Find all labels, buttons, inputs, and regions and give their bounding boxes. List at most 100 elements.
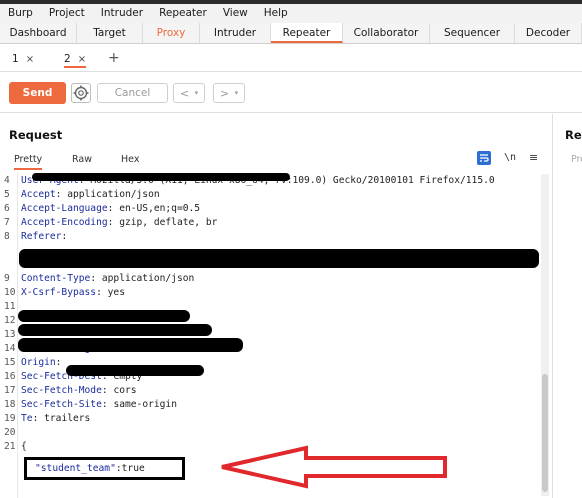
header-separator: : xyxy=(107,217,120,228)
redaction-mark xyxy=(19,249,539,268)
menu-bar: Burp Project Intruder Repeater View Help xyxy=(0,4,582,23)
line-number: 7 xyxy=(4,217,10,228)
tab-collaborator[interactable]: Collaborator xyxy=(343,23,430,43)
header-value: trailers xyxy=(44,413,91,424)
line-number: 10 xyxy=(4,287,16,298)
line-number: 9 xyxy=(4,273,10,284)
header-separator: : xyxy=(96,287,108,298)
redaction-mark xyxy=(18,310,190,322)
header-separator: : xyxy=(55,189,68,200)
response-panel: Res Pre xyxy=(554,114,582,498)
header-name: Accept-Encoding xyxy=(21,217,108,228)
header-name: Accept xyxy=(21,189,56,200)
close-icon[interactable]: × xyxy=(26,54,34,65)
code-text: Content-Type: application/json xyxy=(21,272,194,286)
tab-decoder[interactable]: Decoder xyxy=(515,23,582,43)
response-title: Res xyxy=(565,128,582,142)
line-number: 17 xyxy=(4,385,16,396)
line-number: 15 xyxy=(4,357,16,368)
newline-icon[interactable]: \n xyxy=(504,151,518,165)
request-tab-2[interactable]: 2 × xyxy=(64,50,87,68)
request-panel: Request Pretty Raw Hex \n ≡ 4User-Agent:… xyxy=(0,114,553,498)
header-separator: : xyxy=(55,357,62,368)
tab-intruder[interactable]: Intruder xyxy=(200,23,271,43)
line-number: 4 xyxy=(4,175,10,186)
request-title: Request xyxy=(9,128,63,142)
request-tab-label: 2 xyxy=(64,53,71,65)
tab-raw[interactable]: Raw xyxy=(72,152,92,168)
line-number: 8 xyxy=(4,231,10,242)
menu-intruder[interactable]: Intruder xyxy=(93,4,151,23)
scrollbar-thumb[interactable] xyxy=(542,374,548,492)
header-name: Te xyxy=(21,413,33,424)
line-number: 16 xyxy=(4,371,16,382)
tab-dashboard[interactable]: Dashboard xyxy=(0,23,77,43)
chevron-down-icon: ▾ xyxy=(234,89,239,97)
header-value: gzip, deflate, br xyxy=(119,217,218,228)
redaction-mark xyxy=(18,338,243,352)
close-icon[interactable]: × xyxy=(78,54,86,65)
gear-icon xyxy=(73,85,89,101)
code-text: Sec-Fetch-Site: same-origin xyxy=(21,398,177,412)
request-view-tabs: Pretty Raw Hex xyxy=(0,150,552,171)
settings-button[interactable] xyxy=(71,83,91,103)
json-value: true xyxy=(121,463,145,474)
menu-project[interactable]: Project xyxy=(41,4,93,23)
line-number: 18 xyxy=(4,399,16,410)
tab-proxy[interactable]: Proxy xyxy=(143,23,200,43)
repeater-toolbar: Send Cancel < ▾ > ▾ xyxy=(0,73,582,113)
header-name: Content-Type xyxy=(21,273,91,284)
line-number: 6 xyxy=(4,203,10,214)
header-name: Referer xyxy=(21,231,62,242)
code-text: X-Csrf-Bypass: yes xyxy=(21,286,125,300)
header-name: Sec-Fetch-Mode xyxy=(21,385,102,396)
response-view-tabs: Pre xyxy=(554,150,582,171)
annotation-arrow-icon xyxy=(221,445,447,489)
tab-repeater[interactable]: Repeater xyxy=(271,23,343,43)
cancel-button[interactable]: Cancel xyxy=(97,83,168,103)
line-number: 11 xyxy=(4,301,16,312)
header-separator: : xyxy=(101,399,114,410)
tab-hex[interactable]: Hex xyxy=(121,152,139,168)
header-value: en-US,en;q=0.5 xyxy=(119,203,201,214)
menu-burp[interactable]: Burp xyxy=(0,4,41,23)
json-key: "student_team" xyxy=(35,463,116,474)
forward-button[interactable]: > ▾ xyxy=(213,83,245,103)
chevron-right-icon: > xyxy=(219,86,230,100)
line-number: 13 xyxy=(4,329,16,340)
hamburger-menu-icon[interactable]: ≡ xyxy=(529,151,543,165)
tab-sequencer[interactable]: Sequencer xyxy=(430,23,515,43)
header-separator: : xyxy=(61,231,68,242)
menu-repeater[interactable]: Repeater xyxy=(151,4,215,23)
redaction-mark xyxy=(66,365,204,376)
header-separator: : xyxy=(101,385,114,396)
header-name: X-Csrf-Bypass xyxy=(21,287,97,298)
request-tab-label: 1 xyxy=(12,53,19,65)
header-separator: : xyxy=(107,203,120,214)
editor-scrollbar[interactable] xyxy=(541,174,549,496)
header-value: application/json xyxy=(67,189,160,200)
json-body: "student_team":true xyxy=(35,463,145,475)
tab-target[interactable]: Target xyxy=(77,23,143,43)
code-text: Origin: xyxy=(21,356,61,370)
wrap-lines-glyph xyxy=(480,154,489,162)
code-text: Te: trailers xyxy=(21,412,90,426)
header-name: Accept-Language xyxy=(21,203,108,214)
add-tab-icon[interactable]: + xyxy=(108,50,120,66)
header-value: application/json xyxy=(101,273,195,284)
json-body-highlight-box: "student_team":true xyxy=(24,457,185,480)
line-number: 20 xyxy=(4,427,16,438)
menu-help[interactable]: Help xyxy=(256,4,296,23)
chevron-left-icon: < xyxy=(179,86,190,100)
request-tab-1[interactable]: 1 × xyxy=(12,50,34,68)
back-button[interactable]: < ▾ xyxy=(173,83,205,103)
tab-pretty[interactable]: Pretty xyxy=(14,152,43,170)
tab-pretty-response[interactable]: Pre xyxy=(571,152,582,168)
code-text: Accept-Language: en-US,en;q=0.5 xyxy=(21,202,200,216)
line-number: 21 xyxy=(4,441,16,452)
header-value: same-origin xyxy=(113,399,177,410)
send-button[interactable]: Send xyxy=(9,82,66,104)
wrap-lines-icon[interactable] xyxy=(477,151,491,165)
code-text: Accept-Encoding: gzip, deflate, br xyxy=(21,216,217,230)
menu-view[interactable]: View xyxy=(215,4,256,23)
